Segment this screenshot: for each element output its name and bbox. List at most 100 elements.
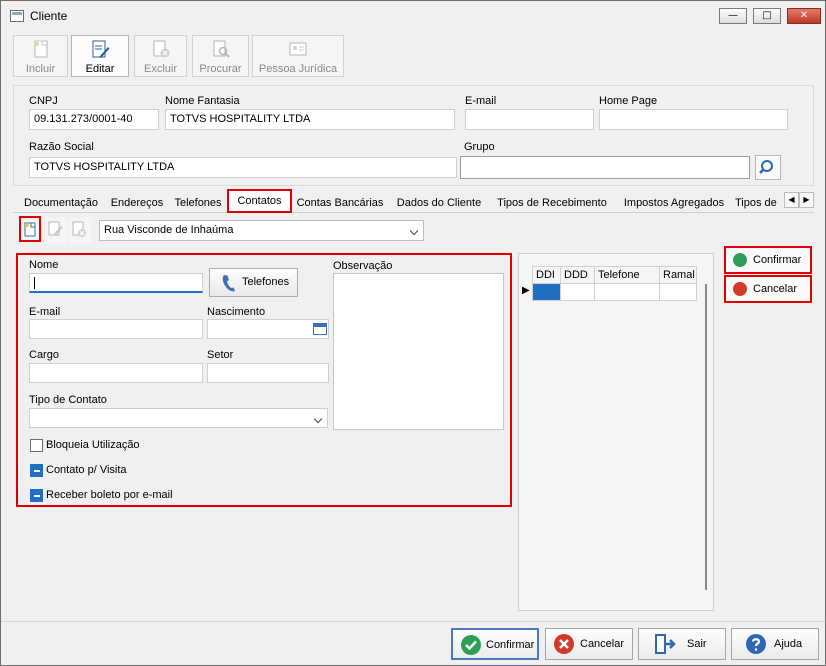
- contact-email-label: E-mail: [29, 306, 61, 318]
- confirm-check-icon: [461, 635, 481, 655]
- cancel-x-icon: [554, 634, 574, 654]
- home-page-label: Home Page: [599, 95, 658, 107]
- grid-header-ddd[interactable]: DDD: [560, 266, 595, 284]
- tab-documentacao[interactable]: Documentação: [17, 193, 105, 213]
- cancel-circle-icon: [733, 282, 747, 296]
- contact-cancelar-button[interactable]: Cancelar: [724, 275, 812, 303]
- grid-cell-ddd[interactable]: [560, 283, 595, 301]
- search-document-icon: [213, 40, 230, 58]
- ajuda-button-label: Ajuda: [774, 638, 803, 650]
- receber-boleto-label: Receber boleto por e-mail: [46, 489, 173, 501]
- editar-button[interactable]: Editar: [71, 35, 129, 77]
- nome-fantasia-label: Nome Fantasia: [165, 95, 240, 107]
- client-header-panel: CNPJ 09.131.273/0001-40 Nome Fantasia TO…: [13, 85, 814, 186]
- title-bar: Cliente — □ ✕: [1, 1, 825, 31]
- procurar-button[interactable]: Procurar: [192, 35, 249, 77]
- cnpj-field[interactable]: 09.131.273/0001-40: [29, 109, 159, 130]
- tab-enderecos[interactable]: Endereços: [108, 193, 166, 213]
- grid-header-ramal[interactable]: Ramal: [659, 266, 697, 284]
- contact-form: Nome Telefones E-mail Nascimento Cargo S…: [16, 253, 512, 507]
- cancelar-button[interactable]: Cancelar: [545, 628, 633, 660]
- email-field[interactable]: [465, 109, 594, 130]
- editar-label: Editar: [85, 63, 115, 75]
- nascimento-input[interactable]: [207, 319, 329, 339]
- tab-scroll-left-icon[interactable]: ◀: [784, 192, 799, 208]
- edit-document-icon: [92, 40, 110, 58]
- cargo-label: Cargo: [29, 349, 59, 361]
- new-contact-button[interactable]: [19, 216, 41, 242]
- window-app-icon: [10, 10, 24, 22]
- observacao-label: Observação: [333, 260, 393, 272]
- grid-scrollbar[interactable]: [705, 284, 707, 590]
- tab-scroll-right-icon[interactable]: ▶: [799, 192, 814, 208]
- check-circle-icon: [733, 253, 747, 267]
- grid-header-telefone[interactable]: Telefone: [594, 266, 660, 284]
- phones-grid-panel: DDI DDD Telefone Ramal ▶: [518, 253, 714, 611]
- maximize-button[interactable]: □: [753, 8, 781, 24]
- close-button[interactable]: ✕: [787, 8, 821, 24]
- confirmar-button-label: Confirmar: [486, 639, 535, 651]
- bloqueia-checkbox[interactable]: [30, 439, 43, 452]
- pessoa-juridica-button[interactable]: Pessoa Jurídica: [252, 35, 344, 77]
- grupo-field[interactable]: [460, 156, 750, 179]
- bloqueia-label: Bloqueia Utilização: [46, 439, 140, 451]
- nome-label: Nome: [29, 259, 59, 271]
- cnpj-label: CNPJ: [29, 95, 58, 107]
- tipo-contato-select[interactable]: [29, 408, 328, 428]
- contato-visita-checkbox[interactable]: [30, 464, 43, 477]
- contact-confirmar-button[interactable]: Confirmar: [724, 246, 812, 274]
- procurar-label: Procurar: [199, 63, 242, 75]
- sair-button[interactable]: Sair: [638, 628, 726, 660]
- tab-strip: Documentação Endereços Telefones Contato…: [13, 188, 814, 213]
- incluir-label: Incluir: [25, 63, 56, 75]
- tab-tipos-de[interactable]: Tipos de: [735, 193, 785, 213]
- tab-scroll-buttons: ◀ ▶: [784, 192, 814, 208]
- delete-contact-button[interactable]: [69, 218, 91, 244]
- setor-input[interactable]: [207, 363, 329, 383]
- minimize-button[interactable]: —: [719, 8, 747, 24]
- tab-contatos[interactable]: Contatos: [227, 189, 292, 213]
- receber-boleto-checkbox[interactable]: [30, 489, 43, 502]
- confirmar-button[interactable]: Confirmar: [451, 628, 539, 660]
- tab-tipos-de-recebimento[interactable]: Tipos de Recebimento: [491, 193, 613, 213]
- phone-icon: [222, 275, 235, 292]
- cargo-input[interactable]: [29, 363, 203, 383]
- nascimento-label: Nascimento: [207, 306, 266, 318]
- grid-cell-ddi[interactable]: [532, 283, 561, 301]
- row-marker-icon: ▶: [522, 285, 530, 296]
- pessoa-juridica-label: Pessoa Jurídica: [258, 63, 338, 75]
- cliente-window: Cliente — □ ✕ Incluir Editar Excluir Pro…: [0, 0, 826, 666]
- home-page-field[interactable]: [599, 109, 788, 130]
- edit-contact-button[interactable]: [45, 218, 67, 244]
- grid-cell-ramal[interactable]: [659, 283, 697, 301]
- grupo-search-button[interactable]: [755, 155, 781, 180]
- email-label: E-mail: [465, 95, 497, 107]
- observacao-textarea[interactable]: [333, 273, 504, 430]
- tab-telefones[interactable]: Telefones: [170, 193, 226, 213]
- edit-contact-icon: [48, 221, 63, 236]
- excluir-button[interactable]: Excluir: [134, 35, 187, 77]
- company-card-icon: [289, 42, 307, 56]
- magnifier-icon: [759, 160, 773, 174]
- new-document-icon: [34, 40, 47, 58]
- chevron-down-icon: [313, 414, 323, 424]
- cancelar-button-label: Cancelar: [580, 638, 625, 650]
- window-title: Cliente: [30, 9, 68, 23]
- nome-input[interactable]: [29, 273, 203, 293]
- nome-fantasia-field[interactable]: TOTVS HOSPITALITY LTDA: [165, 109, 455, 130]
- ajuda-button[interactable]: Ajuda: [731, 628, 819, 660]
- tab-dados-do-cliente[interactable]: Dados do Cliente: [391, 193, 487, 213]
- razao-social-field[interactable]: TOTVS HOSPITALITY LTDA: [29, 157, 457, 178]
- address-select[interactable]: Rua Visconde de Inhaúma: [99, 220, 424, 241]
- setor-label: Setor: [207, 349, 234, 361]
- calendar-icon[interactable]: [313, 323, 327, 335]
- telefones-button[interactable]: Telefones: [209, 268, 298, 297]
- tab-contas-bancarias[interactable]: Contas Bancárias: [294, 193, 386, 213]
- grid-header-ddi[interactable]: DDI: [532, 266, 561, 284]
- tab-impostos-agregados[interactable]: Impostos Agregados: [617, 193, 731, 213]
- grid-cell-telefone[interactable]: [594, 283, 660, 301]
- chevron-down-icon: [409, 226, 419, 236]
- incluir-button[interactable]: Incluir: [13, 35, 68, 77]
- contact-email-input[interactable]: [29, 319, 203, 339]
- delete-contact-icon: [72, 221, 86, 237]
